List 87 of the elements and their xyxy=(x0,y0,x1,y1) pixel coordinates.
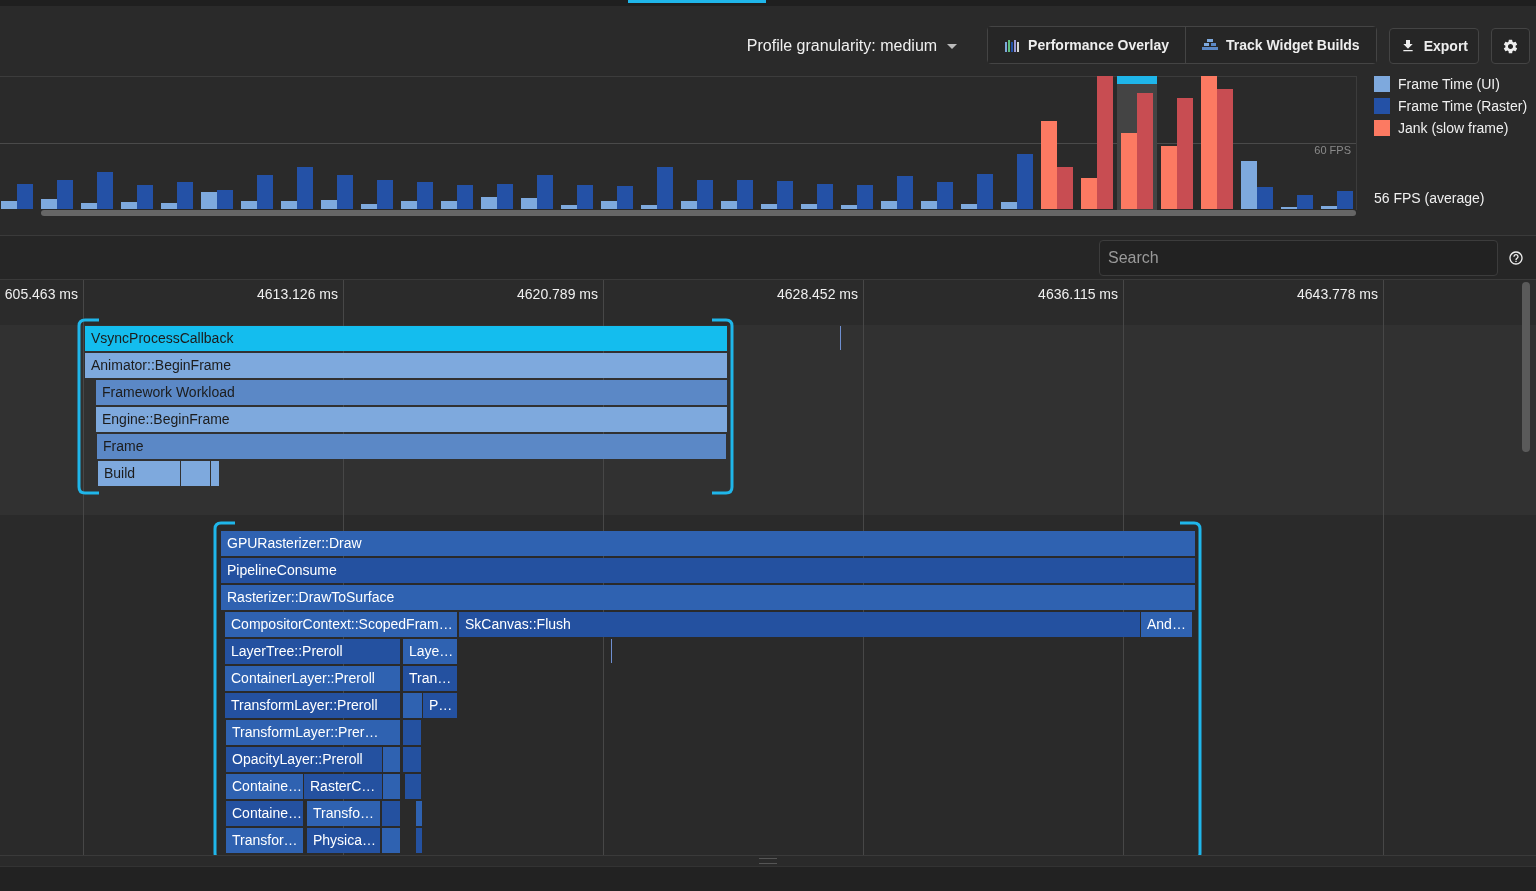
timeline-event[interactable]: GPURasterizer::Draw xyxy=(221,531,1195,556)
timeline-event[interactable]: PipelineConsume xyxy=(221,558,1195,583)
time-tick-label: 4643.778 ms xyxy=(1297,286,1378,302)
caret-icon xyxy=(947,43,958,49)
timeline-event[interactable]: Engine::BeginFrame xyxy=(96,407,727,432)
frame-bar[interactable] xyxy=(281,167,313,209)
frame-bar[interactable] xyxy=(1,184,33,209)
frame-bar[interactable] xyxy=(1241,161,1273,209)
frame-bar[interactable] xyxy=(1081,76,1113,209)
timeline-event[interactable]: Containe… xyxy=(226,801,303,826)
timeline-event[interactable]: Framework Workload xyxy=(96,380,727,405)
frame-bar[interactable] xyxy=(361,180,393,209)
time-tick-label: 4613.126 ms xyxy=(257,286,338,302)
timeline-event[interactable]: Build xyxy=(98,461,180,486)
average-fps: 56 FPS (average) xyxy=(1374,190,1486,206)
time-tick-label: 4636.115 ms xyxy=(1038,286,1118,302)
timeline-event[interactable]: Frame xyxy=(97,434,726,459)
export-button[interactable]: Export xyxy=(1388,28,1479,64)
legend-label: Frame Time (Raster) xyxy=(1398,98,1528,114)
scrollbar-thumb[interactable] xyxy=(1522,282,1530,452)
timeline-event[interactable]: And… xyxy=(1141,612,1192,637)
frame-bar[interactable] xyxy=(601,186,633,209)
frame-bar[interactable] xyxy=(961,174,993,209)
timeline-event[interactable]: TransformLayer::Prer… xyxy=(226,720,400,745)
frame-bar[interactable] xyxy=(121,185,153,209)
timeline-event[interactable]: P… xyxy=(423,693,457,718)
frame-bar[interactable] xyxy=(801,184,833,209)
timeline-event[interactable]: Tran… xyxy=(403,666,457,691)
timeline-event[interactable]: SkCanvas::Flush xyxy=(459,612,1140,637)
bar-chart-icon xyxy=(1004,38,1021,52)
frame-bar[interactable] xyxy=(921,182,953,209)
search-field[interactable]: Search xyxy=(1099,239,1498,276)
frame-bar[interactable] xyxy=(441,185,473,209)
frame-bar[interactable] xyxy=(1041,121,1073,209)
resize-handle[interactable] xyxy=(759,858,777,864)
event-marker xyxy=(840,326,841,350)
granularity-dropdown[interactable]: Profile granularity: medium xyxy=(738,28,966,64)
scrollbar-thumb[interactable] xyxy=(41,210,1356,216)
toolbar-button[interactable]: Performance Overlay xyxy=(988,27,1185,63)
settings-icon xyxy=(1502,37,1519,55)
timeline-event[interactable]: CompositorContext::ScopedFram… xyxy=(225,612,457,637)
frame-bar[interactable] xyxy=(481,184,513,209)
settings-button[interactable] xyxy=(1491,28,1530,64)
timeline-event[interactable]: OpacityLayer::Preroll xyxy=(226,747,382,772)
frame-bar[interactable] xyxy=(81,172,113,209)
frame-bar[interactable] xyxy=(201,190,233,209)
frame-bar[interactable] xyxy=(41,180,73,209)
timeline-event[interactable]: Rasterizer::DrawToSurface xyxy=(221,585,1195,610)
timeline-event[interactable]: ContainerLayer::Preroll xyxy=(225,666,400,691)
legend-label: Jank (slow frame) xyxy=(1398,120,1509,136)
frame-bar[interactable] xyxy=(1281,195,1313,209)
toolbar-button[interactable]: Track Widget Builds xyxy=(1184,27,1376,63)
timeline-event[interactable]: Transfor… xyxy=(226,828,303,853)
time-tick-label: 605.463 ms xyxy=(4,286,78,302)
timeline-event[interactable]: RasterC… xyxy=(304,774,382,799)
frame-bar[interactable] xyxy=(841,185,873,209)
frame-bar[interactable] xyxy=(761,181,793,209)
frame-bar[interactable] xyxy=(1201,76,1233,209)
stacked-bricks-icon xyxy=(1201,39,1218,51)
timeline-event[interactable]: Animator::BeginFrame xyxy=(85,353,727,378)
frame-bar[interactable] xyxy=(681,180,713,209)
timeline-event[interactable]: Containe… xyxy=(226,774,303,799)
frame-bar[interactable] xyxy=(881,176,913,209)
legend-label: Frame Time (UI) xyxy=(1398,76,1500,92)
timeline-event[interactable]: Physica… xyxy=(307,828,380,853)
frame-bar[interactable] xyxy=(1321,191,1353,209)
frame-bar[interactable] xyxy=(1121,93,1153,209)
timeline-event[interactable]: TransformLayer::Preroll xyxy=(225,693,400,718)
timeline-event[interactable]: LayerTree::Preroll xyxy=(225,639,400,664)
frame-bar[interactable] xyxy=(321,175,353,209)
timeline-event[interactable]: VsyncProcessCallback xyxy=(85,326,727,351)
frame-bar[interactable] xyxy=(401,182,433,209)
frame-bar[interactable] xyxy=(521,175,553,209)
help-icon[interactable] xyxy=(1508,249,1524,266)
timeline-event[interactable]: Transfo… xyxy=(307,801,380,826)
time-tick-label: 4620.789 ms xyxy=(517,286,598,302)
timeline-event[interactable]: Laye… xyxy=(403,639,457,664)
time-tick-label: 4628.452 ms xyxy=(777,286,858,302)
frame-bar[interactable] xyxy=(1161,98,1193,209)
event-marker xyxy=(611,639,612,663)
fps-line-label: 60 FPS xyxy=(1314,144,1351,156)
frame-bar[interactable] xyxy=(721,180,753,209)
frame-bar[interactable] xyxy=(1001,154,1033,209)
frame-bar[interactable] xyxy=(561,185,593,209)
frame-bar[interactable] xyxy=(241,175,273,209)
frame-bar[interactable] xyxy=(161,182,193,209)
frame-bar[interactable] xyxy=(641,167,673,209)
